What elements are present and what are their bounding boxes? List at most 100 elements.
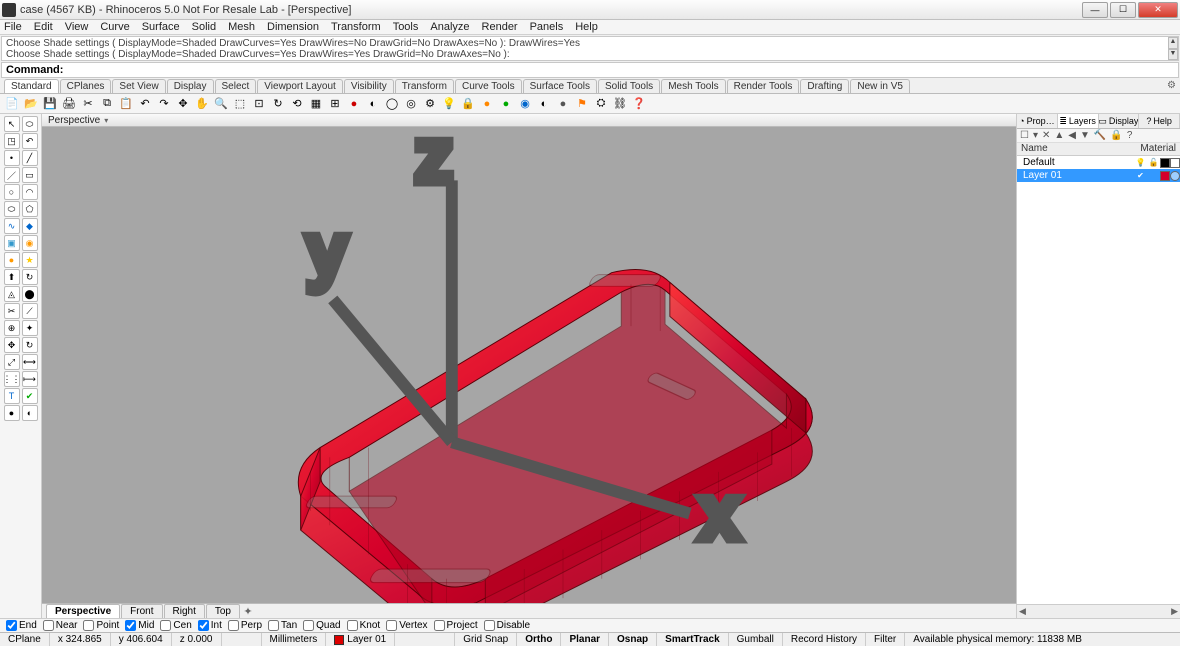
layer-row[interactable]: Default 💡 🔓 <box>1017 156 1180 169</box>
tab-newv5[interactable]: New in V5 <box>850 79 910 93</box>
surface-icon[interactable]: ◆ <box>22 218 38 234</box>
dim-icon[interactable]: ⟼ <box>22 371 38 387</box>
minimize-button[interactable]: — <box>1082 2 1108 18</box>
osnap-mid[interactable]: Mid <box>125 620 154 631</box>
xray-icon[interactable]: ◎ <box>403 96 419 112</box>
lock-icon[interactable]: 🔒 <box>460 96 476 112</box>
material-swatch[interactable] <box>1170 158 1180 168</box>
panel-scrollbar[interactable]: ◀▶ <box>1017 604 1180 618</box>
scroll-up-icon[interactable]: ▲ <box>1168 37 1178 49</box>
set-cplane-icon[interactable]: ▦ <box>308 96 324 112</box>
rotate-view-icon[interactable]: ↻ <box>270 96 286 112</box>
status-ortho[interactable]: Ortho <box>517 633 561 646</box>
osnap-project[interactable]: Project <box>434 620 478 631</box>
status-gumball[interactable]: Gumball <box>729 633 783 646</box>
tab-solidtools[interactable]: Solid Tools <box>598 79 660 93</box>
menu-file[interactable]: File <box>4 21 22 33</box>
polyline-icon[interactable]: ╱ <box>22 150 38 166</box>
undo-icon[interactable]: ↶ <box>22 133 38 149</box>
osnap-knot[interactable]: Knot <box>347 620 381 631</box>
status-units[interactable]: Millimeters <box>262 633 327 646</box>
undo-icon[interactable]: ↶ <box>137 96 153 112</box>
sphere-icon[interactable]: ● <box>555 96 571 112</box>
cylinder-icon[interactable]: ◉ <box>22 235 38 251</box>
color-swatch[interactable] <box>1160 171 1170 181</box>
layer-row[interactable]: Layer 01 ✔ <box>1017 169 1180 182</box>
menu-transform[interactable]: Transform <box>331 21 381 33</box>
cut-icon[interactable]: ✂ <box>80 96 96 112</box>
zoom-icon[interactable]: 🔍 <box>213 96 229 112</box>
col-material[interactable]: Material <box>1128 143 1180 155</box>
circle-icon[interactable]: ○ <box>4 184 20 200</box>
ptab-help[interactable]: ?Help <box>1139 114 1180 128</box>
ellipse-icon[interactable]: ⬭ <box>4 201 20 217</box>
tab-curvetools[interactable]: Curve Tools <box>455 79 522 93</box>
osnap-int[interactable]: Int <box>198 620 222 631</box>
toolbar-options-icon[interactable]: ⚙ <box>1167 80 1176 91</box>
tab-select[interactable]: Select <box>215 79 257 93</box>
menu-mesh[interactable]: Mesh <box>228 21 255 33</box>
hide-icon[interactable]: ● <box>479 96 495 112</box>
open-icon[interactable]: 📂 <box>23 96 39 112</box>
render-tool-icon[interactable]: ● <box>4 405 20 421</box>
ghosted-icon[interactable]: ◯ <box>384 96 400 112</box>
text-icon[interactable]: T <box>4 388 20 404</box>
material-swatch[interactable] <box>1170 171 1180 181</box>
layer-lock-icon[interactable]: 🔒 <box>1110 130 1122 141</box>
check-icon[interactable]: ✔ <box>22 388 38 404</box>
osnap-point[interactable]: Point <box>83 620 119 631</box>
array-icon[interactable]: ⋮⋮ <box>4 371 20 387</box>
analyze-icon[interactable]: ◐ <box>22 405 38 421</box>
lock-open-icon[interactable]: 🔓 <box>1148 157 1159 168</box>
osnap-cen[interactable]: Cen <box>160 620 191 631</box>
zoom-window-icon[interactable]: ⬚ <box>232 96 248 112</box>
pan-icon[interactable]: ✋ <box>194 96 210 112</box>
layer-help-icon[interactable]: ? <box>1127 130 1133 141</box>
help-icon[interactable]: ❓ <box>631 96 647 112</box>
command-history[interactable]: Choose Shade settings ( DisplayMode=Shad… <box>1 36 1179 61</box>
scale-icon[interactable]: ⤢ <box>4 354 20 370</box>
viewport[interactable]: z x y <box>42 127 1016 603</box>
tab-vplayout[interactable]: Viewport Layout <box>257 79 343 93</box>
vtab-perspective[interactable]: Perspective <box>46 604 120 619</box>
flag-icon[interactable]: ⚑ <box>574 96 590 112</box>
add-viewport-icon[interactable]: ✦ <box>241 605 255 618</box>
command-line[interactable]: Command: <box>1 62 1179 78</box>
mirror-icon[interactable]: ⟷ <box>22 354 38 370</box>
menu-render[interactable]: Render <box>482 21 518 33</box>
menu-solid[interactable]: Solid <box>192 21 216 33</box>
osnap-disable[interactable]: Disable <box>484 620 530 631</box>
new-icon[interactable]: 📄 <box>4 96 20 112</box>
star-icon[interactable]: ★ <box>22 252 38 268</box>
zoom-extents-icon[interactable]: ⊡ <box>251 96 267 112</box>
move-icon[interactable]: ✥ <box>175 96 191 112</box>
menu-view[interactable]: View <box>65 21 89 33</box>
current-check-icon[interactable]: ✔ <box>1135 170 1146 181</box>
menu-analyze[interactable]: Analyze <box>430 21 469 33</box>
cplane-icon[interactable]: ◳ <box>4 133 20 149</box>
explode-icon[interactable]: ✦ <box>22 320 38 336</box>
menu-help[interactable]: Help <box>575 21 598 33</box>
menu-edit[interactable]: Edit <box>34 21 53 33</box>
scroll-right-icon[interactable]: ▶ <box>1171 606 1178 617</box>
extrude-icon[interactable]: ⬆ <box>4 269 20 285</box>
status-osnap[interactable]: Osnap <box>609 633 657 646</box>
tab-surfacetools[interactable]: Surface Tools <box>523 79 597 93</box>
menu-surface[interactable]: Surface <box>142 21 180 33</box>
color-swatch[interactable] <box>1160 158 1170 168</box>
status-record[interactable]: Record History <box>783 633 866 646</box>
link-icon[interactable]: ⛓ <box>612 96 628 112</box>
ptab-properties[interactable]: ◔Prop… <box>1017 114 1058 128</box>
polygon-icon[interactable]: ⬠ <box>22 201 38 217</box>
tab-visibility[interactable]: Visibility <box>344 79 394 93</box>
loft-icon[interactable]: ◬ <box>4 286 20 302</box>
layer-tool-icon[interactable]: 🔨 <box>1094 130 1106 141</box>
vtab-right[interactable]: Right <box>164 604 205 619</box>
status-filter[interactable]: Filter <box>866 633 905 646</box>
tab-drafting[interactable]: Drafting <box>800 79 849 93</box>
scroll-down-icon[interactable]: ▼ <box>1168 49 1178 61</box>
properties-icon[interactable]: ◐ <box>536 96 552 112</box>
menu-panels[interactable]: Panels <box>530 21 564 33</box>
lock-open-icon[interactable] <box>1148 170 1159 181</box>
status-layer[interactable]: Layer 01 <box>326 633 395 646</box>
